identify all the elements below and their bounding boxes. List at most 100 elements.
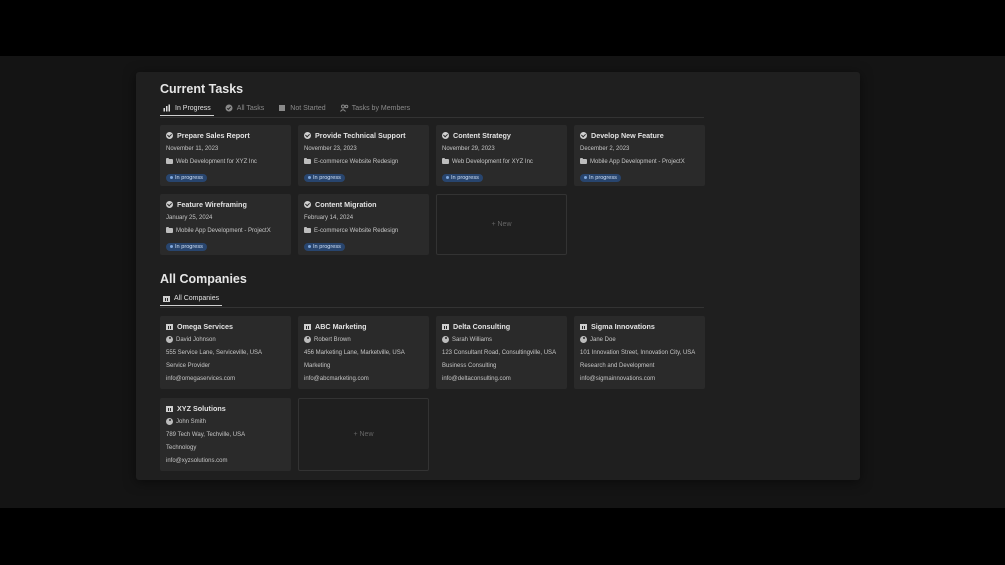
company-email: info@sigmainnovations.com — [580, 375, 656, 382]
company-name: ABC Marketing — [315, 321, 367, 331]
task-title: Content Strategy — [453, 130, 511, 140]
company-industry: Technology — [166, 444, 197, 451]
company-card[interactable]: Sigma Innovations Jane Doe 101 Innovatio… — [574, 316, 705, 389]
task-date: November 23, 2023 — [304, 145, 357, 152]
task-date: November 29, 2023 — [442, 145, 495, 152]
tab-tasks-by-members[interactable]: Tasks by Members — [337, 101, 413, 115]
company-name: XYZ Solutions — [177, 403, 226, 413]
person-icon — [304, 336, 311, 343]
company-email: info@xyzsolutions.com — [166, 457, 228, 464]
company-card[interactable]: Omega Services David Johnson 555 Service… — [160, 316, 291, 389]
task-card[interactable]: Content Strategy November 29, 2023 Web D… — [436, 125, 567, 186]
company-industry: Service Provider — [166, 362, 211, 369]
tab-label: All Companies — [174, 294, 220, 302]
tab-label: Tasks by Members — [351, 104, 411, 112]
person-icon — [442, 336, 449, 343]
building-icon — [163, 295, 170, 302]
check-circle-icon — [442, 131, 449, 139]
new-label: + New — [491, 221, 512, 228]
task-title: Provide Technical Support — [315, 130, 406, 140]
tab-not-started[interactable]: Not Started — [275, 101, 328, 115]
all-companies-title: All Companies — [160, 272, 247, 286]
task-card[interactable]: Feature Wireframing January 25, 2024 Mob… — [160, 194, 291, 255]
company-industry: Business Consulting — [442, 362, 497, 369]
task-project: E-commerce Website Redesign — [314, 158, 399, 165]
company-address: 123 Consultant Road, Consultingville, US… — [442, 349, 557, 356]
company-industry: Research and Development — [580, 362, 655, 369]
tab-in-progress[interactable]: In Progress — [160, 101, 214, 116]
status-badge: In progress — [304, 242, 345, 251]
company-contact: Sarah Williams — [452, 336, 493, 343]
company-industry: Marketing — [304, 362, 331, 369]
company-card[interactable]: ABC Marketing Robert Brown 456 Marketing… — [298, 316, 429, 389]
check-circle-icon — [304, 200, 311, 208]
folder-icon — [166, 226, 173, 233]
building-icon — [166, 323, 173, 330]
current-tasks-title: Current Tasks — [160, 82, 244, 96]
tab-all-companies[interactable]: All Companies — [160, 291, 223, 306]
company-name: Delta Consulting — [453, 321, 511, 331]
check-circle-icon — [166, 200, 173, 208]
check-circle-icon — [166, 131, 173, 139]
company-address: 555 Service Lane, Serviceville, USA — [166, 349, 263, 356]
task-title: Prepare Sales Report — [177, 130, 250, 140]
folder-icon — [580, 157, 587, 164]
building-icon — [304, 323, 311, 330]
company-contact: John Smith — [176, 418, 207, 425]
company-card[interactable]: XYZ Solutions John Smith 789 Tech Way, T… — [160, 398, 291, 471]
task-card[interactable]: Develop New Feature December 2, 2023 Mob… — [574, 125, 705, 186]
task-date: January 25, 2024 — [166, 214, 213, 221]
bar-chart-icon — [163, 104, 171, 112]
new-task-button[interactable]: + New — [436, 194, 567, 255]
person-icon — [166, 418, 173, 425]
all-companies-tabs: All Companies — [160, 291, 223, 307]
folder-icon — [304, 157, 311, 164]
company-card[interactable]: Delta Consulting Sarah Williams 123 Cons… — [436, 316, 567, 389]
current-tasks-tabs: In Progress All Tasks Not Started Tasks … — [160, 101, 413, 117]
task-title: Develop New Feature — [591, 130, 664, 140]
company-contact: Jane Doe — [590, 336, 616, 343]
status-badge: In progress — [304, 173, 345, 182]
status-badge: In progress — [442, 173, 483, 182]
new-label: + New — [353, 431, 374, 438]
company-name: Sigma Innovations — [591, 321, 655, 331]
company-email: info@deltaconsulting.com — [442, 375, 511, 382]
task-project: Mobile App Development - ProjectX — [590, 158, 685, 165]
building-icon — [442, 323, 449, 330]
person-icon — [580, 336, 587, 343]
company-contact: David Johnson — [176, 336, 216, 343]
status-badge: In progress — [580, 173, 621, 182]
tab-label: In Progress — [175, 104, 211, 112]
check-circle-icon — [580, 131, 587, 139]
company-email: info@omegaservices.com — [166, 375, 236, 382]
task-project: Web Development for XYZ Inc — [176, 158, 257, 165]
notion-board-panel: Current Tasks In Progress All Tasks Not … — [136, 72, 860, 480]
task-date: February 14, 2024 — [304, 214, 354, 221]
task-title: Content Migration — [315, 199, 377, 209]
person-icon — [166, 336, 173, 343]
check-circle-icon — [225, 104, 233, 112]
new-company-button[interactable]: + New — [298, 398, 429, 471]
check-circle-icon — [304, 131, 311, 139]
people-icon — [339, 104, 349, 112]
company-address: 101 Innovation Street, Innovation City, … — [580, 349, 696, 356]
company-contact: Robert Brown — [314, 336, 351, 343]
tab-all-tasks[interactable]: All Tasks — [222, 101, 268, 115]
tabs-divider — [160, 117, 704, 118]
tab-label: All Tasks — [236, 104, 265, 112]
folder-icon — [166, 157, 173, 164]
task-project: Web Development for XYZ Inc — [452, 158, 533, 165]
task-card[interactable]: Content Migration February 14, 2024 E-co… — [298, 194, 429, 255]
building-icon — [166, 405, 173, 412]
building-icon — [580, 323, 587, 330]
task-date: November 11, 2023 — [166, 145, 219, 152]
status-badge: In progress — [166, 173, 207, 182]
task-card[interactable]: Provide Technical Support November 23, 2… — [298, 125, 429, 186]
task-title: Feature Wireframing — [177, 199, 247, 209]
company-name: Omega Services — [177, 321, 233, 331]
tabs-divider — [160, 307, 704, 308]
company-address: 789 Tech Way, Techville, USA — [166, 431, 246, 438]
task-project: Mobile App Development - ProjectX — [176, 227, 271, 234]
status-badge: In progress — [166, 242, 207, 251]
task-card[interactable]: Prepare Sales Report November 11, 2023 W… — [160, 125, 291, 186]
